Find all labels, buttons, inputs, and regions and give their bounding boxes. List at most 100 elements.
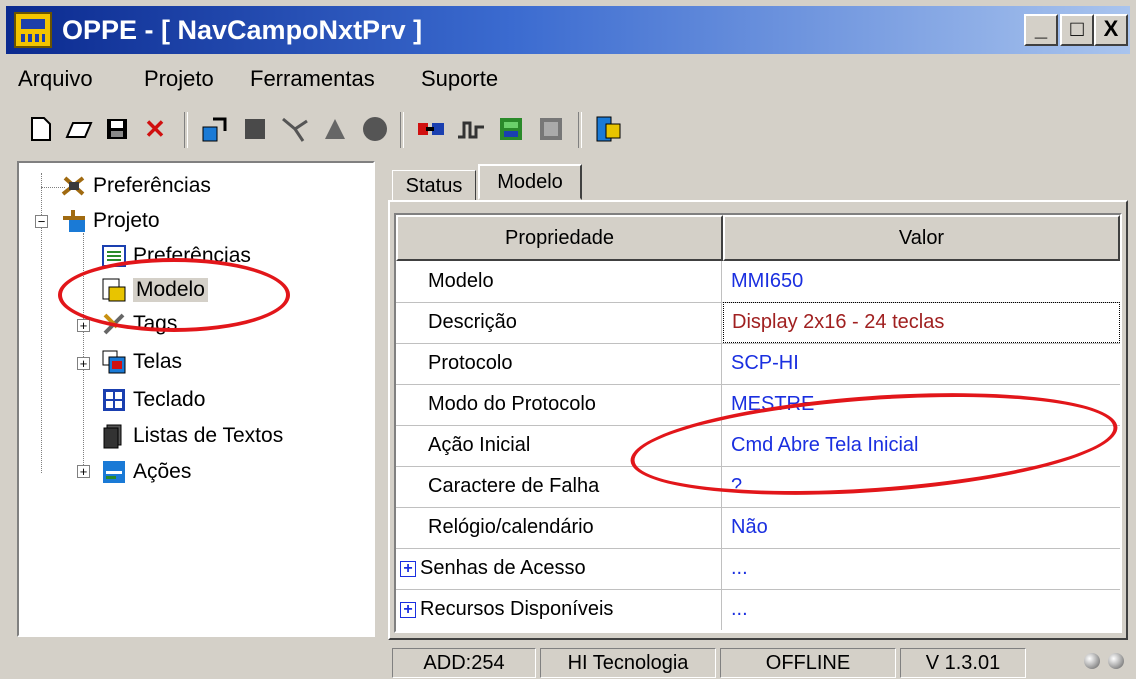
save-icon[interactable] [102,114,132,144]
property-name: Protocolo [396,343,722,384]
settings-list-icon [101,243,127,269]
config-icon[interactable] [280,114,310,144]
record-icon[interactable] [360,114,390,144]
table-row[interactable]: Modelo MMI650 [396,261,1120,303]
property-value[interactable]: SCP-HI [723,343,1120,384]
tree-item-preferencias[interactable]: Preferências [61,171,211,201]
property-name[interactable]: + Senhas de Acesso [396,548,722,589]
menu-bar: Arquivo Projeto Ferramentas Suporte [6,58,1130,98]
open-icon[interactable] [64,114,94,144]
status-company: HI Tecnologia [540,648,716,678]
actions-icon [101,459,127,485]
toolbar-separator [184,112,188,148]
project-icon [61,208,87,234]
property-value[interactable]: ... [723,548,1120,589]
table-row[interactable]: Modo do Protocolo MESTRE [396,384,1120,426]
simulate-icon[interactable] [320,114,350,144]
table-row[interactable]: Ação Inicial Cmd Abre Tela Inicial [396,425,1120,467]
model-icon [101,277,127,303]
expand-plus-icon[interactable]: + [400,560,416,577]
transfer-icon[interactable] [200,114,230,144]
property-name: Ação Inicial [396,425,722,466]
expand-tags[interactable]: + [77,319,90,332]
table-row[interactable]: Descrição Display 2x16 - 24 teclas [396,302,1120,344]
tags-icon [101,311,127,337]
property-name-text: Senhas de Acesso [420,557,586,579]
project-tree[interactable]: Preferências − Projeto Preferências Mode… [17,161,375,637]
property-value[interactable]: MESTRE [723,384,1120,425]
tree-label: Ações [133,460,192,483]
table-row[interactable]: + Recursos Disponíveis ... [396,589,1120,630]
tree-label: Listas de Textos [133,424,284,447]
expand-telas[interactable]: + [77,357,90,370]
close-button[interactable]: X [1094,14,1128,46]
tree-item-teclado[interactable]: Teclado [101,385,205,415]
tree-label: Telas [133,350,183,373]
property-name: Descrição [396,302,722,343]
status-connection: OFFLINE [720,648,896,678]
tree-item-tags[interactable]: Tags [101,309,177,339]
menu-projeto[interactable]: Projeto [144,66,214,92]
property-name: Modelo [396,261,722,302]
exit-icon[interactable] [594,114,624,144]
status-address: ADD:254 [392,648,536,678]
property-value[interactable]: MMI650 [723,261,1120,302]
minimize-button[interactable]: _ [1024,14,1058,46]
menu-ferramentas[interactable]: Ferramentas [250,66,375,92]
app-icon[interactable] [14,12,52,48]
property-value[interactable]: ? [723,466,1120,507]
property-value[interactable]: ... [723,589,1120,630]
collapse-projeto[interactable]: − [35,215,48,228]
maximize-button[interactable]: □ [1060,14,1094,46]
property-value[interactable]: Não [723,507,1120,548]
table-row[interactable]: Relógio/calendário Não [396,507,1120,549]
tree-label: Preferências [93,174,211,197]
tab-status[interactable]: Status [392,170,476,202]
menu-suporte[interactable]: Suporte [421,66,498,92]
tree-label-selected: Modelo [133,278,208,302]
property-value-focused[interactable]: Display 2x16 - 24 teclas [723,302,1120,343]
delete-icon[interactable]: ✕ [140,114,170,144]
panel-splitter[interactable] [378,158,386,641]
tools-icon [61,173,87,199]
build-icon[interactable] [240,114,270,144]
column-header-propriedade[interactable]: Propriedade [396,215,723,261]
tree-item-projeto-preferencias[interactable]: Preferências [101,241,251,271]
status-led-icon [1108,653,1124,669]
tree-label: Tags [133,312,178,335]
table-row[interactable]: + Senhas de Acesso ... [396,548,1120,590]
tree-item-acoes[interactable]: Ações [101,457,191,487]
toolbar-separator [578,112,582,148]
tab-modelo[interactable]: Modelo [478,164,582,200]
status-led-icon [1084,653,1100,669]
table-row[interactable]: Caractere de Falha ? [396,466,1120,508]
property-name[interactable]: + Recursos Disponíveis [396,589,722,630]
title-bar: OPPE - [ NavCampoNxtPrv ] _ □ X [6,6,1130,54]
connect-icon[interactable] [416,114,446,144]
property-name: Relógio/calendário [396,507,722,548]
expand-acoes[interactable]: + [77,465,90,478]
keyboard-icon [101,387,127,413]
tree-label: Preferências [133,244,251,267]
disconnect-icon[interactable] [456,114,486,144]
property-value[interactable]: Cmd Abre Tela Inicial [723,425,1120,466]
status-bar: ADD:254 HI Tecnologia OFFLINE V 1.3.01 [0,644,1136,679]
new-icon[interactable] [26,114,56,144]
window-title: OPPE - [ NavCampoNxtPrv ] [62,15,423,45]
tree-item-listas-de-textos[interactable]: Listas de Textos [101,421,283,451]
property-name: Caractere de Falha [396,466,722,507]
tree-connector [83,233,84,477]
upload-icon[interactable] [536,114,566,144]
column-header-valor[interactable]: Valor [723,215,1120,261]
download-icon[interactable] [496,114,526,144]
toolbar-separator [400,112,404,148]
tree-item-projeto[interactable]: Projeto [61,206,160,236]
table-row[interactable]: Protocolo SCP-HI [396,343,1120,385]
tree-item-modelo[interactable]: Modelo [101,275,208,305]
property-grid: Propriedade Valor Modelo MMI650 Descriçã… [394,213,1122,633]
tree-item-telas[interactable]: Telas [101,347,182,377]
tree-label: Projeto [93,209,160,232]
menu-arquivo[interactable]: Arquivo [18,66,93,92]
screens-icon [101,349,127,375]
expand-plus-icon[interactable]: + [400,601,416,618]
